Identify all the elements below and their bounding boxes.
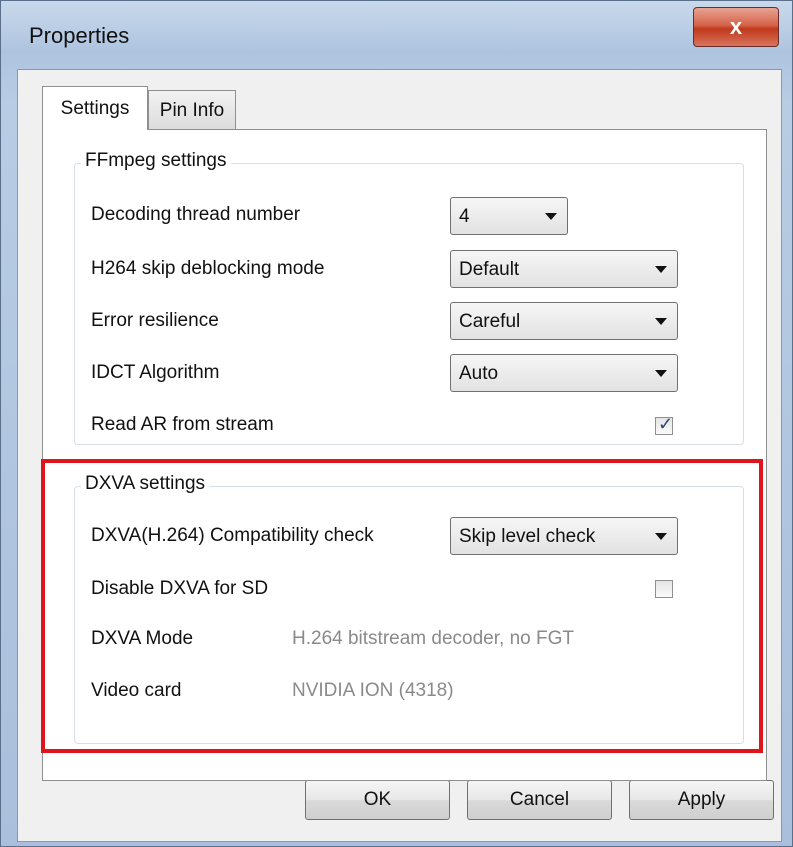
deblocking-mode-label: H264 skip deblocking mode bbox=[91, 258, 325, 279]
read-ar-label: Read AR from stream bbox=[91, 414, 274, 435]
ok-button[interactable]: OK bbox=[305, 780, 450, 820]
apply-button[interactable]: Apply bbox=[629, 780, 774, 820]
chevron-down-icon bbox=[545, 213, 557, 220]
properties-window: Properties x Settings Pin Info FFmpeg se… bbox=[0, 0, 793, 847]
tab-pin-info[interactable]: Pin Info bbox=[148, 90, 236, 130]
decoding-thread-value: 4 bbox=[459, 206, 470, 227]
title-bar[interactable]: Properties x bbox=[1, 1, 792, 69]
decoding-thread-label: Decoding thread number bbox=[91, 204, 301, 225]
read-ar-checkbox[interactable]: ✓ bbox=[655, 414, 674, 435]
close-button[interactable]: x bbox=[693, 7, 779, 47]
window-title: Properties bbox=[29, 23, 130, 48]
deblocking-mode-select[interactable]: Default bbox=[450, 250, 678, 288]
error-resilience-select[interactable]: Careful bbox=[450, 302, 678, 340]
ffmpeg-settings-title: FFmpeg settings bbox=[81, 150, 231, 172]
idct-algorithm-label: IDCT Algorithm bbox=[91, 362, 220, 383]
error-resilience-value: Careful bbox=[459, 311, 521, 332]
close-icon: x bbox=[729, 14, 743, 39]
idct-algorithm-select[interactable]: Auto bbox=[450, 354, 678, 392]
highlight-box bbox=[41, 459, 763, 753]
chevron-down-icon bbox=[655, 370, 667, 377]
chevron-down-icon bbox=[655, 318, 667, 325]
chevron-down-icon bbox=[655, 266, 667, 273]
decoding-thread-select[interactable]: 4 bbox=[450, 197, 568, 235]
ffmpeg-settings-group: FFmpeg settings Decoding thread number 4… bbox=[74, 150, 744, 445]
tab-settings[interactable]: Settings bbox=[42, 86, 148, 130]
deblocking-mode-value: Default bbox=[459, 259, 520, 280]
cancel-button[interactable]: Cancel bbox=[467, 780, 612, 820]
error-resilience-label: Error resilience bbox=[91, 310, 219, 331]
idct-algorithm-value: Auto bbox=[459, 363, 499, 384]
checkmark-icon: ✓ bbox=[658, 414, 674, 434]
